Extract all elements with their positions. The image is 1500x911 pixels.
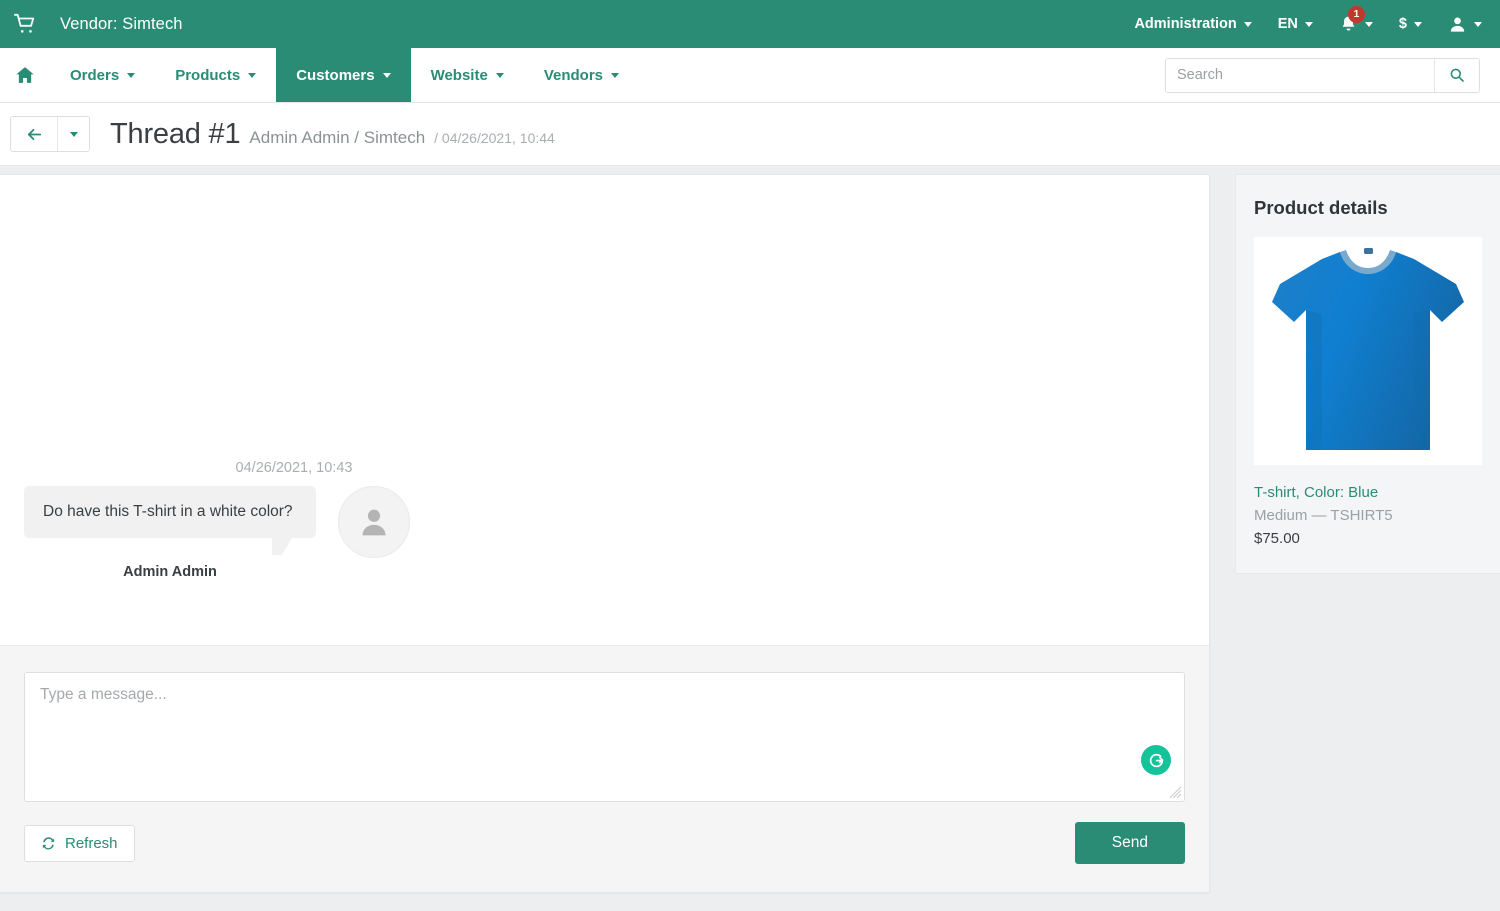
chevron-down-icon (1474, 21, 1482, 27)
page-content: 04/26/2021, 10:43 Do have this T-shirt i… (0, 166, 1500, 893)
currency-menu[interactable]: $ (1399, 16, 1422, 32)
back-dropdown-button[interactable] (57, 117, 89, 151)
nav-item-products[interactable]: Products (155, 48, 276, 102)
user-avatar-icon (362, 509, 386, 536)
chevron-down-icon (1304, 21, 1313, 27)
vendor-label: Vendor: Simtech (60, 14, 183, 33)
nav-item-label: Customers (296, 66, 375, 84)
notifications-menu[interactable]: 1 (1339, 5, 1373, 34)
chevron-down-icon (1243, 21, 1252, 27)
back-button-group (10, 116, 90, 152)
bell-icon-wrapper: 1 (1339, 5, 1365, 34)
topbar-right-group: Administration EN 1 $ (1134, 5, 1482, 34)
chevron-down-icon (248, 72, 257, 78)
user-icon (1448, 15, 1467, 34)
product-name-link[interactable]: T-shirt, Color: Blue (1254, 484, 1482, 501)
breadcrumb: Thread #1 Admin Admin / Simtech / 04/26/… (110, 118, 555, 151)
compose-actions: Refresh Send (24, 822, 1185, 864)
message-author: Admin Admin (123, 564, 217, 581)
chevron-down-icon (382, 72, 391, 78)
nav-item-label: Orders (70, 66, 120, 84)
currency-label: $ (1398, 16, 1407, 32)
message-input[interactable] (24, 672, 1185, 802)
nav-item-label: Website (430, 66, 488, 84)
grammarly-icon[interactable] (1141, 745, 1171, 775)
top-bar: Vendor: Simtech Administration EN 1 $ (0, 0, 1500, 48)
compose-area: Refresh Send (0, 645, 1209, 892)
shopping-cart-icon[interactable] (14, 13, 36, 35)
search-box (1165, 57, 1480, 93)
blue-tshirt-image (1272, 248, 1464, 450)
search-icon (1449, 67, 1465, 83)
product-image[interactable] (1254, 237, 1482, 465)
home-icon (15, 65, 35, 85)
page-title: Thread #1 (110, 117, 241, 150)
message-bubble: Do have this T-shirt in a white color? (24, 486, 316, 556)
nav-item-label: Vendors (543, 66, 604, 84)
main-navigation: Orders Products Customers Website Vendor… (0, 48, 1500, 103)
chevron-down-icon (1364, 21, 1373, 27)
send-button[interactable]: Send (1074, 822, 1185, 864)
product-details-title: Product details (1254, 197, 1388, 218)
refresh-label: Refresh (65, 834, 118, 852)
language-menu[interactable]: EN (1278, 16, 1313, 32)
nav-item-customers[interactable]: Customers (276, 48, 411, 102)
administration-menu[interactable]: Administration (1134, 16, 1252, 32)
nav-home-button[interactable] (0, 48, 50, 102)
page-date: / 04/26/2021, 10:44 (434, 129, 555, 146)
nav-item-vendors[interactable]: Vendors (524, 48, 639, 102)
chevron-down-icon (495, 72, 504, 78)
message-body: Do have this T-shirt in a white color? A… (24, 486, 444, 580)
search-input[interactable] (1166, 58, 1434, 92)
back-button[interactable] (11, 117, 57, 151)
message-item: 04/26/2021, 10:43 Do have this T-shirt i… (24, 460, 444, 580)
product-details-panel: Product details T-shirt, Color: Blue Med… (1235, 174, 1500, 574)
message-timestamp: 04/26/2021, 10:43 (235, 460, 353, 476)
chevron-down-icon (69, 131, 78, 137)
textarea-wrapper (24, 672, 1185, 802)
avatar (338, 486, 410, 558)
product-price: $75.00 (1254, 530, 1300, 547)
message-bubble-column: Do have this T-shirt in a white color? A… (24, 486, 316, 580)
arrow-left-icon (26, 126, 43, 143)
administration-label: Administration (1134, 16, 1237, 32)
product-variant: Medium — TSHIRT5 (1254, 507, 1393, 524)
refresh-icon (41, 836, 56, 851)
page-subtitle: Admin Admin / Simtech (249, 127, 426, 147)
notification-badge: 1 (1347, 5, 1365, 23)
chevron-down-icon (127, 72, 136, 78)
language-label: EN (1277, 16, 1298, 32)
nav-item-website[interactable]: Website (411, 48, 524, 102)
nav-item-label: Products (175, 66, 241, 84)
message-list: 04/26/2021, 10:43 Do have this T-shirt i… (0, 175, 1209, 645)
chat-panel: 04/26/2021, 10:43 Do have this T-shirt i… (0, 174, 1210, 893)
chevron-down-icon (611, 72, 620, 78)
search-button[interactable] (1434, 58, 1479, 92)
page-title-bar: Thread #1 Admin Admin / Simtech / 04/26/… (0, 103, 1500, 166)
nav-item-orders[interactable]: Orders (50, 48, 155, 102)
chevron-down-icon (1414, 21, 1422, 27)
account-menu[interactable] (1448, 15, 1482, 34)
search-area (1165, 48, 1500, 102)
refresh-button[interactable]: Refresh (24, 824, 135, 862)
